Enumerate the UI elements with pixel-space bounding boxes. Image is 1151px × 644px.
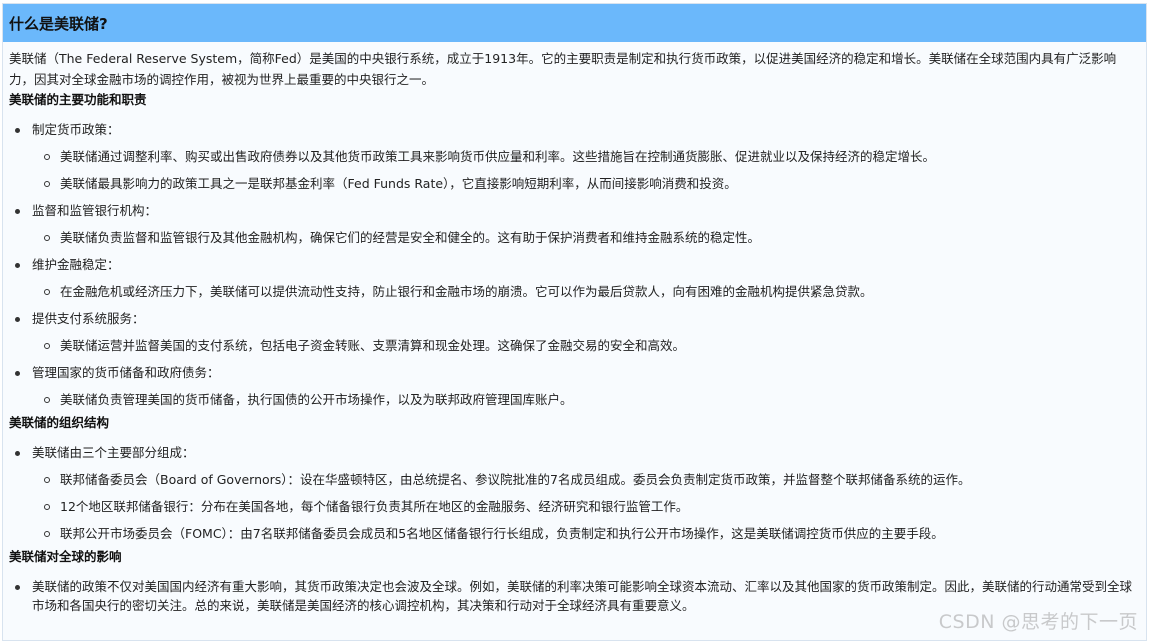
- sub-list: 美联储负责监督和监管银行及其他金融机构，确保它们的经营是安全和健全的。这有助于保…: [32, 224, 1140, 251]
- sub-list-item: 美联储最具影响力的政策工具之一是联邦基金利率（Fed Funds Rate），它…: [32, 170, 1140, 197]
- intro-paragraph: 美联储（The Federal Reserve System，简称Fed）是美国…: [9, 51, 1117, 87]
- list-item: 美联储由三个主要部分组成： 联邦储备委员会（Board of Governors…: [9, 439, 1140, 547]
- list-item: 提供支付系统服务： 美联储运营并监督美国的支付系统，包括电子资金转账、支票清算和…: [9, 305, 1140, 359]
- sub-list-item: 12个地区联邦储备银行：分布在美国各地，每个储备银行负责其所在地区的金融服务、经…: [32, 493, 1140, 520]
- sub-list-item: 美联储通过调整利率、购买或出售政府债券以及其他货币政策工具来影响货币供应量和利率…: [32, 143, 1140, 170]
- sub-list: 美联储负责管理美国的货币储备，执行国债的公开市场操作，以及为联邦政府管理国库账户…: [32, 386, 1140, 413]
- sub-list: 在金融危机或经济压力下，美联储可以提供流动性支持，防止银行和金融市场的崩溃。它可…: [32, 278, 1140, 305]
- structure-list: 美联储由三个主要部分组成： 联邦储备委员会（Board of Governors…: [9, 439, 1140, 547]
- list-item-label: 提供支付系统服务：: [15, 305, 1140, 332]
- list-item: 制定货币政策： 美联储通过调整利率、购买或出售政府债券以及其他货币政策工具来影响…: [9, 116, 1140, 197]
- list-item-label: 维护金融稳定：: [15, 251, 1140, 278]
- list-item-label: 监督和监管银行机构：: [15, 197, 1140, 224]
- list-item-label: 制定货币政策：: [15, 116, 1140, 143]
- article-card: 什么是美联储? 美联储（The Federal Reserve System，简…: [2, 3, 1147, 641]
- sub-list-item: 美联储运营并监督美国的支付系统，包括电子资金转账、支票清算和现金处理。这确保了金…: [32, 332, 1140, 359]
- list-item: 监督和监管银行机构： 美联储负责监督和监管银行及其他金融机构，确保它们的经营是安…: [9, 197, 1140, 251]
- article-content: 美联储（The Federal Reserve System，简称Fed）是美国…: [3, 42, 1146, 619]
- sub-list-item: 联邦储备委员会（Board of Governors）：设在华盛顿特区，由总统提…: [32, 466, 1140, 493]
- article-header: 什么是美联储?: [3, 4, 1146, 42]
- page-title: 什么是美联储?: [9, 14, 108, 33]
- section-title-global-impact: 美联储对全球的影响: [9, 549, 122, 564]
- list-item-label: 管理国家的货币储备和政府债务：: [15, 359, 1140, 386]
- list-item: 管理国家的货币储备和政府债务： 美联储负责管理美国的货币储备，执行国债的公开市场…: [9, 359, 1140, 413]
- section-title-structure: 美联储的组织结构: [9, 415, 110, 430]
- section-title-functions: 美联储的主要功能和职责: [9, 92, 147, 107]
- sub-list-item: 美联储负责管理美国的货币储备，执行国债的公开市场操作，以及为联邦政府管理国库账户…: [32, 386, 1140, 413]
- functions-list: 制定货币政策： 美联储通过调整利率、购买或出售政府债券以及其他货币政策工具来影响…: [9, 116, 1140, 413]
- sub-list-item: 联邦公开市场委员会（FOMC）：由7名联邦储备委员会成员和5名地区储备银行行长组…: [32, 520, 1140, 547]
- sub-list: 联邦储备委员会（Board of Governors）：设在华盛顿特区，由总统提…: [32, 466, 1140, 547]
- sub-list: 美联储通过调整利率、购买或出售政府债券以及其他货币政策工具来影响货币供应量和利率…: [32, 143, 1140, 197]
- watermark: CSDN @思考的下一页: [938, 611, 1138, 633]
- list-item-label: 美联储由三个主要部分组成：: [15, 439, 1140, 466]
- sub-list-item: 美联储负责监督和监管银行及其他金融机构，确保它们的经营是安全和健全的。这有助于保…: [32, 224, 1140, 251]
- sub-list: 美联储运营并监督美国的支付系统，包括电子资金转账、支票清算和现金处理。这确保了金…: [32, 332, 1140, 359]
- list-item: 维护金融稳定： 在金融危机或经济压力下，美联储可以提供流动性支持，防止银行和金融…: [9, 251, 1140, 305]
- sub-list-item: 在金融危机或经济压力下，美联储可以提供流动性支持，防止银行和金融市场的崩溃。它可…: [32, 278, 1140, 305]
